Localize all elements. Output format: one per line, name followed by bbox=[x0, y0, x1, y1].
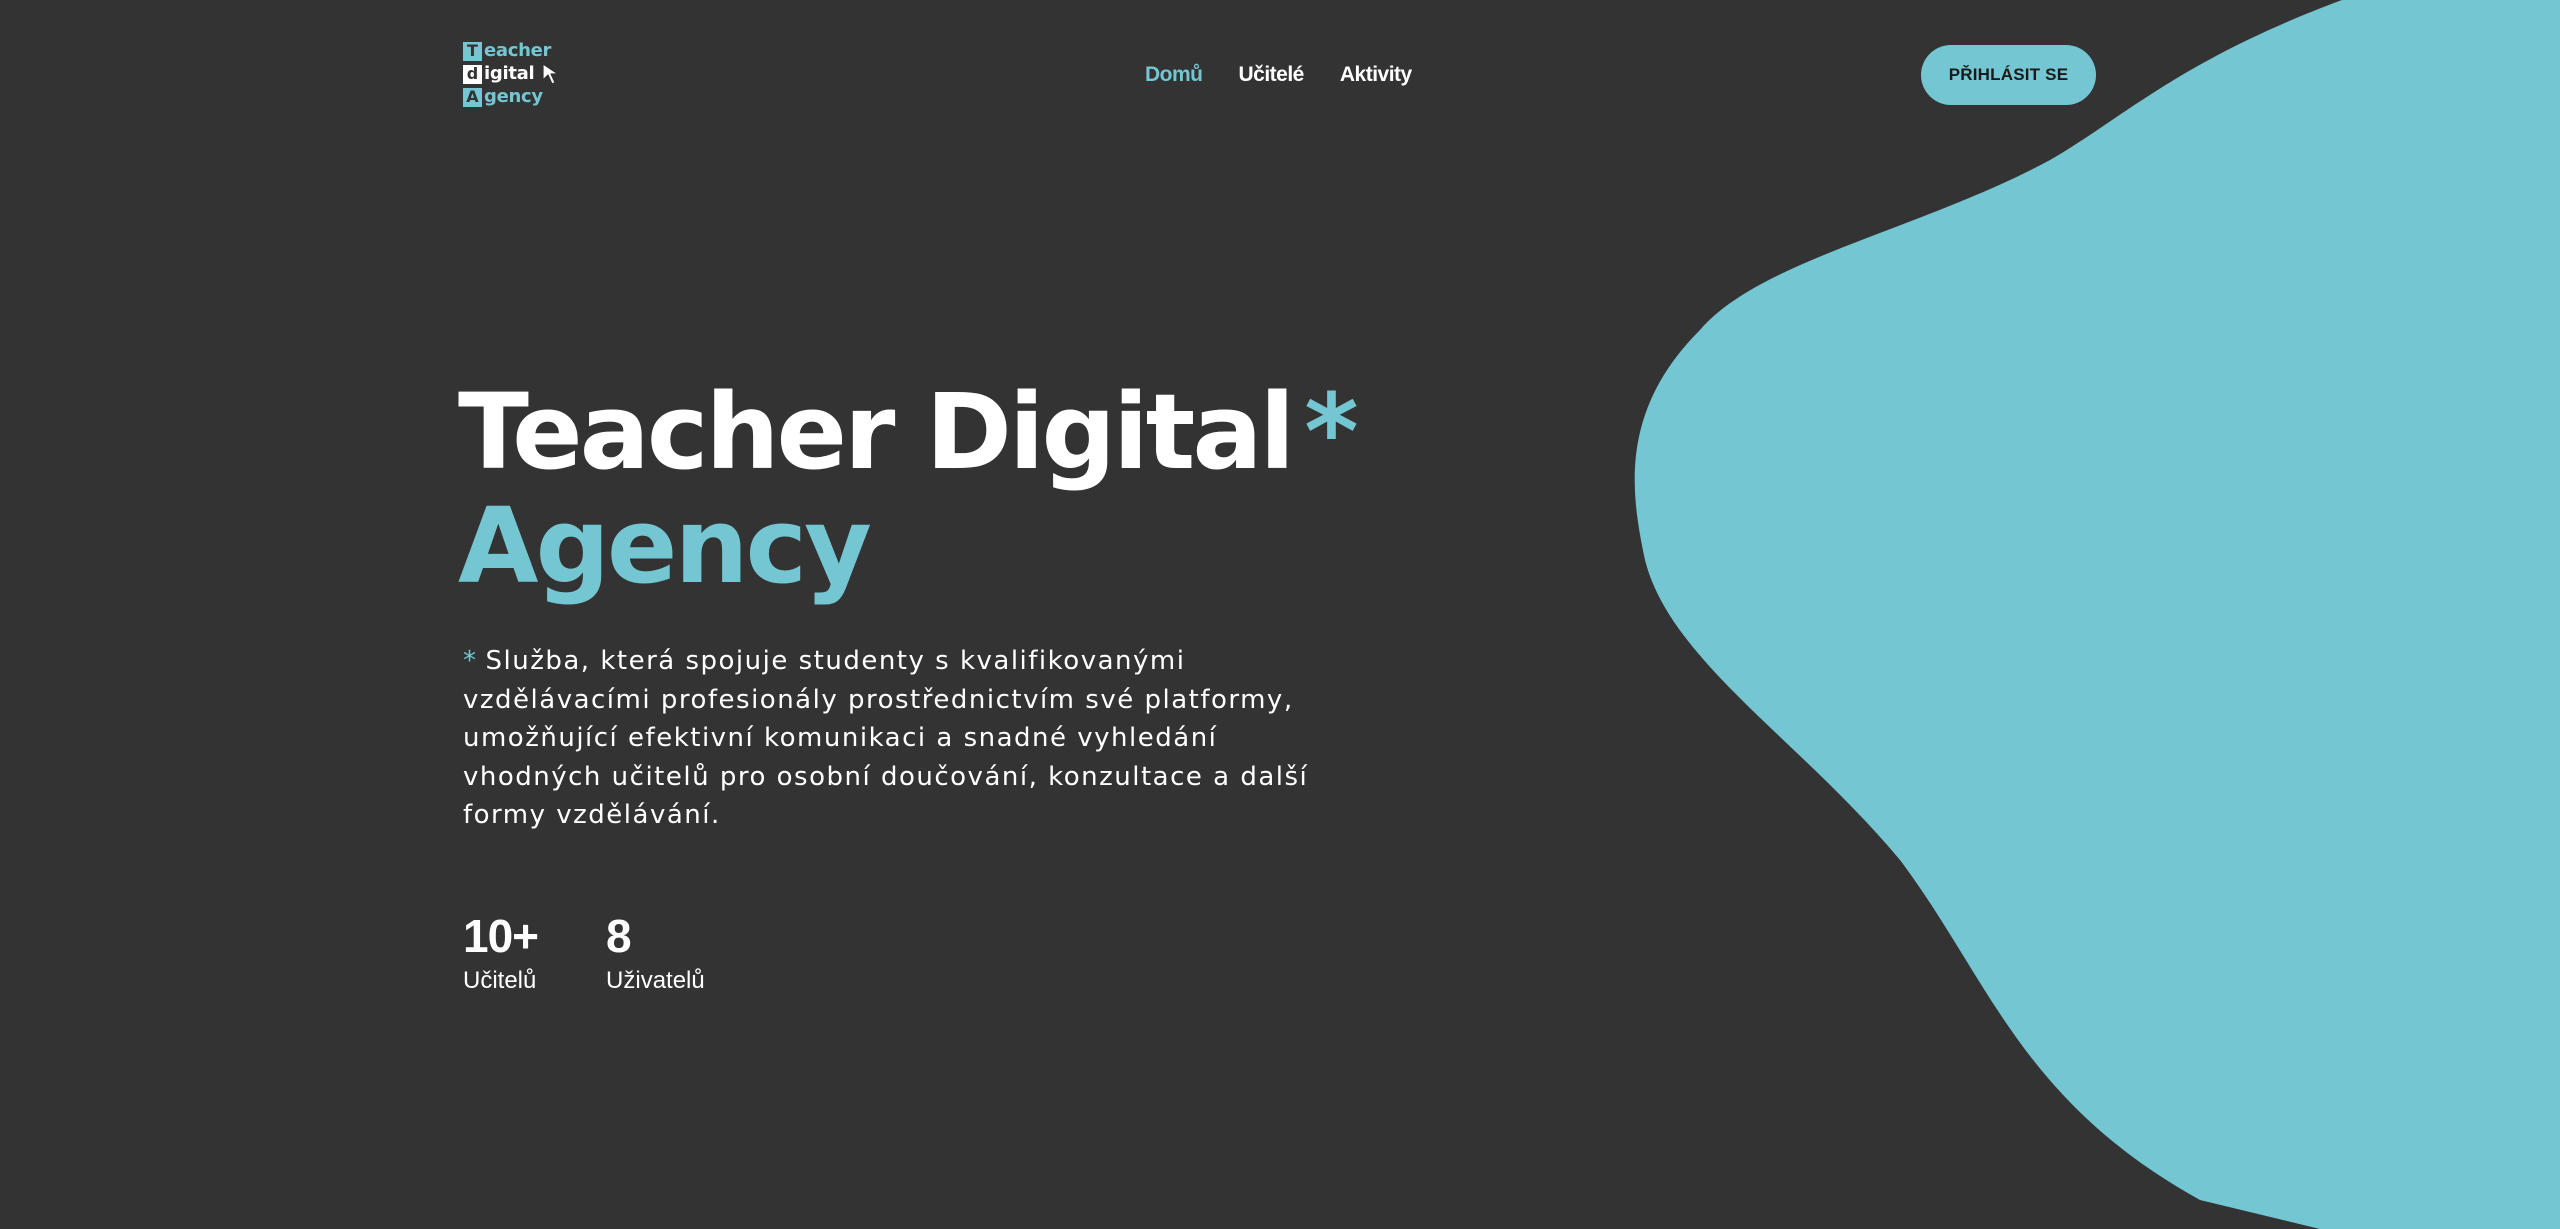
hero-title: Teacher Digital * Agency bbox=[458, 375, 1359, 607]
login-button[interactable]: PŘIHLÁSIT SE bbox=[1921, 45, 2096, 105]
stat-users: 8 Uživatelů bbox=[606, 910, 705, 996]
nav-item-domu[interactable]: Domů bbox=[1145, 63, 1203, 87]
cursor-arrow-icon bbox=[542, 63, 559, 85]
stat-users-label: Uživatelů bbox=[606, 967, 705, 994]
description-asterisk: * bbox=[463, 646, 478, 676]
logo-word-digital: igital bbox=[484, 63, 535, 84]
hero-title-line2: Agency bbox=[458, 485, 872, 607]
logo-letter-t: T bbox=[463, 41, 482, 61]
stat-teachers-label: Učitelů bbox=[463, 967, 537, 994]
logo[interactable]: T eacher d igital A gency bbox=[463, 40, 583, 112]
decorative-teal-blob bbox=[1634, 0, 2560, 1229]
logo-word-agency: gency bbox=[484, 86, 543, 107]
logo-letter-a: A bbox=[463, 87, 482, 107]
logo-word-teacher: eacher bbox=[484, 40, 552, 61]
description-text: Služba, která spojuje studenty s kvalifi… bbox=[463, 646, 1309, 830]
stats: 10+ Učitelů 8 Uživatelů bbox=[463, 910, 705, 996]
nav-item-ucitele[interactable]: Učitelé bbox=[1239, 63, 1305, 87]
hero-title-asterisk: * bbox=[1304, 371, 1358, 493]
logo-letter-d: d bbox=[463, 64, 482, 84]
stat-teachers-value: 10+ bbox=[463, 910, 539, 962]
hero-description: * Služba, která spojuje studenty s kvalif… bbox=[463, 642, 1343, 835]
stat-users-value: 8 bbox=[606, 910, 632, 962]
stat-teachers: 10+ Učitelů bbox=[463, 910, 539, 996]
hero-title-text: Teacher Digital bbox=[458, 371, 1295, 493]
hero-title-line1: Teacher Digital * bbox=[458, 375, 1359, 489]
nav-item-aktivity[interactable]: Aktivity bbox=[1340, 63, 1412, 87]
main-nav: Domů Učitelé Aktivity bbox=[1145, 63, 1412, 87]
landing-page: T eacher d igital A gency Domů Učitelé A… bbox=[0, 0, 2560, 1229]
